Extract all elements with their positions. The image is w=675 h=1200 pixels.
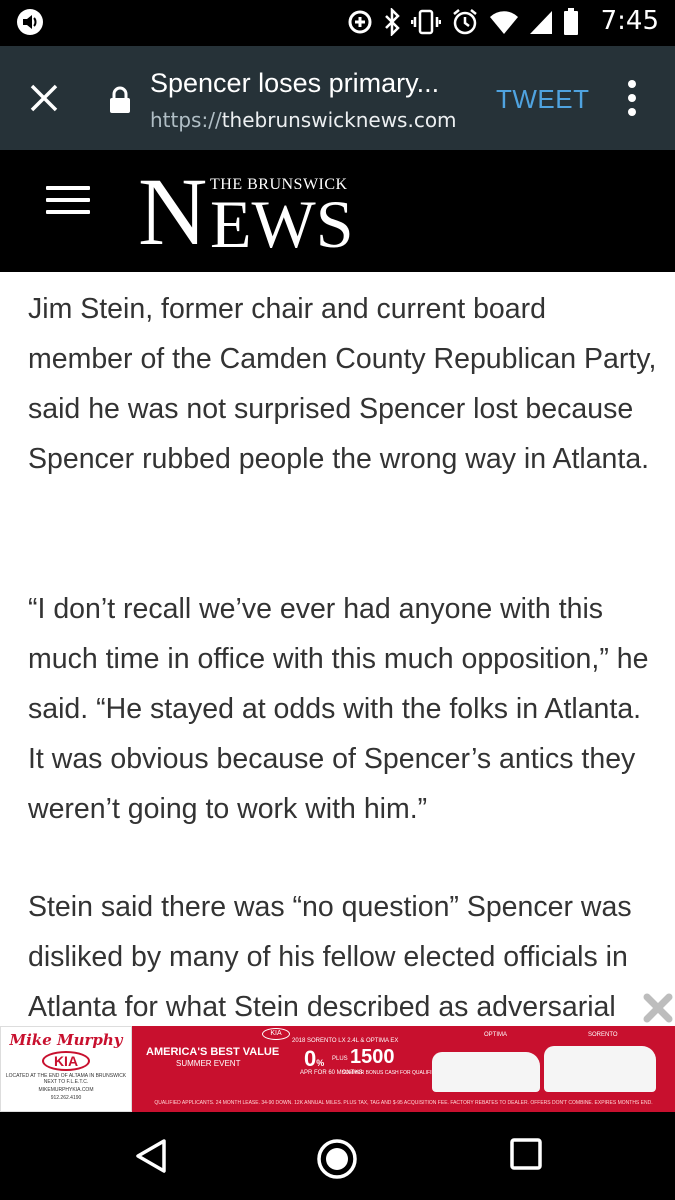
article-paragraph: Jim Stein, former chair and current boar… xyxy=(28,293,657,475)
url-scheme: https:// xyxy=(150,108,222,132)
plus-label: PLUS xyxy=(332,1056,348,1062)
logo-n: N xyxy=(138,158,208,265)
battery-icon xyxy=(564,8,578,35)
bluetooth-icon xyxy=(385,8,400,36)
logo-big-text: EWS xyxy=(210,186,354,262)
page-url: https://thebrunswicknews.com xyxy=(150,108,457,132)
ad-offer-title: 2018 SORENTO LX 2.4L & OPTIMA EX xyxy=(292,1038,399,1044)
kia-logo: KIA xyxy=(262,1028,290,1040)
ad-fine-print: QUALIFIED APPLICANTS. 24 MONTH LEASE. 34… xyxy=(154,1100,653,1106)
ad-offer[interactable]: AMERICA'S BEST VALUE SUMMER EVENT KIA 20… xyxy=(132,1026,675,1112)
site-header: N THE BRUNSWICK EWS xyxy=(0,150,675,272)
car-image-optima xyxy=(432,1052,540,1092)
cash-value: 1500 xyxy=(350,1046,395,1068)
hamburger-menu-icon[interactable] xyxy=(46,186,90,222)
volume-icon xyxy=(16,8,46,41)
ad-headline: AMERICA'S BEST VALUE xyxy=(146,1046,280,1058)
dealer-phone: 912.262.4190 xyxy=(50,1095,82,1101)
navigation-bar xyxy=(0,1112,675,1200)
ad-subhead: SUMMER EVENT xyxy=(176,1059,241,1068)
status-bar: 7:45 xyxy=(0,0,675,46)
tweet-button[interactable]: TWEET xyxy=(496,84,590,115)
signal-icon xyxy=(530,11,552,34)
overflow-menu-icon[interactable] xyxy=(620,78,644,118)
lock-icon xyxy=(110,86,130,113)
dealer-location: LOCATED AT THE END OF ALTAMA IN BRUNSWIC… xyxy=(5,1073,127,1085)
recents-icon[interactable] xyxy=(510,1138,542,1170)
data-saver-icon xyxy=(348,10,372,34)
back-icon[interactable] xyxy=(134,1138,168,1174)
clock: 7:45 xyxy=(600,6,659,36)
dealer-logo[interactable]: Mike Murphy KIA LOCATED AT THE END OF AL… xyxy=(0,1026,132,1112)
vibrate-icon xyxy=(411,9,441,35)
apr-value: 0% xyxy=(304,1046,325,1071)
page-title: Spencer loses primary... xyxy=(150,68,440,98)
dealer-name: Mike Murphy xyxy=(9,1031,123,1049)
close-icon[interactable] xyxy=(28,82,60,114)
wifi-icon xyxy=(490,11,518,34)
site-logo[interactable]: N THE BRUNSWICK EWS xyxy=(138,164,378,264)
alarm-icon xyxy=(453,9,477,35)
article-paragraph: Stein said there was “no question” Spenc… xyxy=(28,891,632,1023)
dealer-site: MIKEMURPHYKIA.COM xyxy=(38,1087,94,1093)
url-host: thebrunswicknews.com xyxy=(221,108,457,132)
article-body: Jim Stein, former chair and current boar… xyxy=(0,272,675,1026)
model-sorento: SORENTO xyxy=(588,1032,618,1038)
kia-logo: KIA xyxy=(41,1051,91,1071)
article-paragraph: “I don’t recall we’ve ever had anyone wi… xyxy=(28,593,649,825)
car-image-sorento xyxy=(544,1046,656,1092)
custom-tab-toolbar: Spencer loses primary... https://thebrun… xyxy=(0,46,675,150)
ad-banner[interactable]: Mike Murphy KIA LOCATED AT THE END OF AL… xyxy=(0,993,675,1112)
ad-close-icon[interactable] xyxy=(642,992,674,1024)
home-icon[interactable] xyxy=(316,1138,358,1180)
model-optima: OPTIMA xyxy=(484,1032,508,1038)
